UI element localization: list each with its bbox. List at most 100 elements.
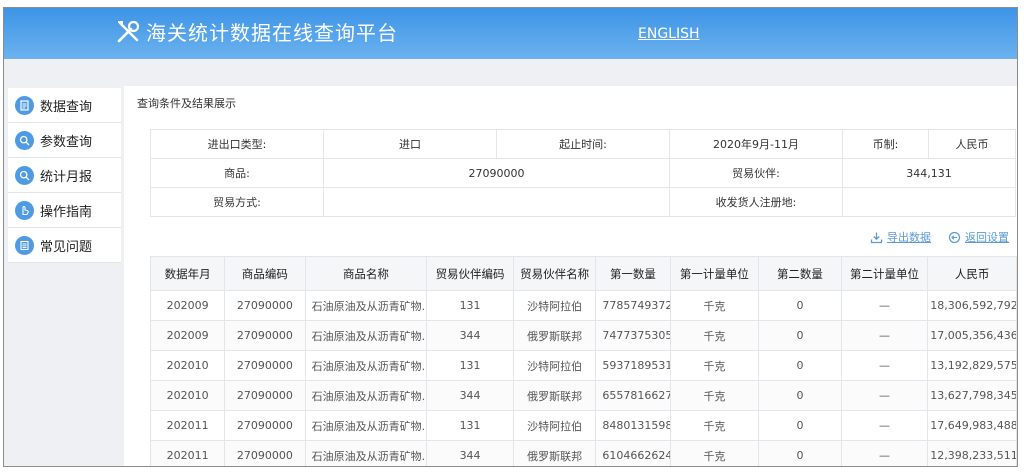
sidebar: 数据查询 参数查询 统计月报 操作指南 常见问题 <box>8 88 121 263</box>
table-row: 202011 27090000 石油原油及从沥青矿物... 344 俄罗斯联邦 … <box>149 440 1017 466</box>
cell-commodity-name: 石油原油及从沥青矿物... <box>304 320 428 351</box>
cell-first-unit: 千克 <box>669 320 760 351</box>
column-header-second-unit[interactable]: 第二计量单位 <box>840 256 929 291</box>
cell-rmb: 13,627,798,345 <box>927 380 1017 411</box>
cell-partner-code: 131 <box>426 290 514 321</box>
cell-partner-code: 131 <box>426 350 514 381</box>
column-header-month[interactable]: 数据年月 <box>149 256 226 291</box>
cell-commodity-name: 石油原油及从沥青矿物... <box>304 290 428 321</box>
cell-commodity-name: 石油原油及从沥青矿物... <box>304 440 428 466</box>
list-icon <box>15 235 34 255</box>
cell-commodity-code: 27090000 <box>224 410 306 441</box>
cell-rmb: 18,306,592,792 <box>927 290 1017 321</box>
cell-first-quantity: 8480131598 <box>595 410 671 441</box>
cell-partner-code: 344 <box>426 380 514 411</box>
export-data-button[interactable]: 导出数据 <box>870 229 931 245</box>
back-circle-icon <box>948 231 961 243</box>
cell-second-unit: — <box>840 440 929 466</box>
currency-label: 币制: <box>842 129 929 159</box>
table-row: 202010 27090000 石油原油及从沥青矿物... 131 沙特阿拉伯 … <box>149 350 1017 381</box>
trade-mode-label: 贸易方式: <box>150 187 324 217</box>
cell-rmb: 17,005,356,436 <box>927 320 1017 351</box>
sidebar-item-param-query[interactable]: 参数查询 <box>8 123 121 158</box>
cell-rmb: 12,398,233,511 <box>927 440 1017 466</box>
cell-rmb: 13,192,829,575 <box>927 350 1017 381</box>
cell-month: 202009 <box>149 320 226 351</box>
column-header-rmb[interactable]: 人民币 <box>927 256 1017 291</box>
query-conditions-table: 进出口类型: 进口 起止时间: 2020年9月-11月 币制: 人民币 商品: … <box>150 129 1016 217</box>
search-icon <box>15 165 34 185</box>
cell-second-unit: — <box>840 290 929 321</box>
cell-first-quantity: 6557816627 <box>595 380 671 411</box>
table-row: 202009 27090000 石油原油及从沥青矿物... 344 俄罗斯联邦 … <box>149 320 1017 351</box>
cell-first-unit: 千克 <box>669 350 760 381</box>
commodity-label: 商品: <box>150 158 324 188</box>
cell-month: 202010 <box>149 380 226 411</box>
table-row: 202010 27090000 石油原油及从沥青矿物... 344 俄罗斯联邦 … <box>149 380 1017 411</box>
cell-first-quantity: 5937189531 <box>595 350 671 381</box>
cell-partner-code: 344 <box>426 320 514 351</box>
column-header-commodity-name[interactable]: 商品名称 <box>304 256 428 291</box>
cell-commodity-code: 27090000 <box>224 380 306 411</box>
results-panel: 查询条件及结果展示 进出口类型: 进口 起止时间: 2020年9月-11月 币制… <box>124 86 1017 466</box>
cell-second-unit: — <box>840 410 929 441</box>
document-icon <box>15 95 34 115</box>
cell-partner-name: 俄罗斯联邦 <box>512 440 597 466</box>
cell-partner-name: 沙特阿拉伯 <box>512 410 597 441</box>
english-link[interactable]: ENGLISH <box>638 26 700 42</box>
column-header-partner-name[interactable]: 贸易伙伴名称 <box>512 256 597 291</box>
table-row: 202011 27090000 石油原油及从沥青矿物... 131 沙特阿拉伯 … <box>149 410 1017 441</box>
cell-first-unit: 千克 <box>669 290 760 321</box>
header-bar: 海关统计数据在线查询平台 ENGLISH <box>4 8 1017 59</box>
hand-pointer-icon <box>15 200 34 220</box>
cell-partner-code: 344 <box>426 440 514 466</box>
cell-partner-name: 俄罗斯联邦 <box>512 320 597 351</box>
trade-type-label: 进出口类型: <box>150 129 324 159</box>
cell-month: 202009 <box>149 290 226 321</box>
cell-partner-name: 沙特阿拉伯 <box>512 350 597 381</box>
cell-commodity-name: 石油原油及从沥青矿物... <box>304 350 428 381</box>
column-header-first-quantity[interactable]: 第一数量 <box>595 256 671 291</box>
cell-first-quantity: 6104662624 <box>595 440 671 466</box>
cell-second-quantity: 0 <box>758 440 842 466</box>
export-data-label: 导出数据 <box>887 231 931 244</box>
partner-value: 344,131 <box>842 158 1016 188</box>
column-header-commodity-code[interactable]: 商品编码 <box>224 256 306 291</box>
cell-second-quantity: 0 <box>758 380 842 411</box>
sidebar-item-faq[interactable]: 常见问题 <box>8 228 121 263</box>
cell-first-quantity: 7477375305 <box>595 320 671 351</box>
cell-commodity-code: 27090000 <box>224 350 306 381</box>
column-header-second-quantity[interactable]: 第二数量 <box>758 256 842 291</box>
sidebar-item-label: 操作指南 <box>40 204 93 220</box>
return-settings-label: 返回设置 <box>965 231 1009 244</box>
cell-second-quantity: 0 <box>758 350 842 381</box>
search-icon <box>15 130 34 150</box>
cell-commodity-code: 27090000 <box>224 440 306 466</box>
cell-second-quantity: 0 <box>758 290 842 321</box>
cell-month: 202011 <box>149 440 226 466</box>
period-label: 起止时间: <box>496 129 670 159</box>
cell-commodity-code: 27090000 <box>224 320 306 351</box>
table-row: 202009 27090000 石油原油及从沥青矿物... 131 沙特阿拉伯 … <box>149 290 1017 321</box>
panel-title: 查询条件及结果展示 <box>137 97 236 110</box>
cell-second-unit: — <box>840 380 929 411</box>
sidebar-item-data-query[interactable]: 数据查询 <box>8 88 121 123</box>
commodity-value: 27090000 <box>323 158 670 188</box>
cell-partner-code: 131 <box>426 410 514 441</box>
return-settings-button[interactable]: 返回设置 <box>948 229 1009 245</box>
download-icon <box>870 232 883 243</box>
cell-partner-name: 沙特阿拉伯 <box>512 290 597 321</box>
column-header-first-unit[interactable]: 第一计量单位 <box>669 256 760 291</box>
column-header-partner-code[interactable]: 贸易伙伴编码 <box>426 256 514 291</box>
results-table: 数据年月 商品编码 商品名称 贸易伙伴编码 贸易伙伴名称 第一数量 第一计量单位… <box>149 256 1017 466</box>
cell-second-unit: — <box>840 350 929 381</box>
cell-month: 202011 <box>149 410 226 441</box>
consignee-region-value <box>842 187 1016 217</box>
sidebar-item-monthly-report[interactable]: 统计月报 <box>8 158 121 193</box>
cell-commodity-code: 27090000 <box>224 290 306 321</box>
cell-second-quantity: 0 <box>758 320 842 351</box>
sidebar-item-guide[interactable]: 操作指南 <box>8 193 121 228</box>
cell-partner-name: 俄罗斯联邦 <box>512 380 597 411</box>
cell-second-quantity: 0 <box>758 410 842 441</box>
table-header-row: 数据年月 商品编码 商品名称 贸易伙伴编码 贸易伙伴名称 第一数量 第一计量单位… <box>149 256 1017 291</box>
